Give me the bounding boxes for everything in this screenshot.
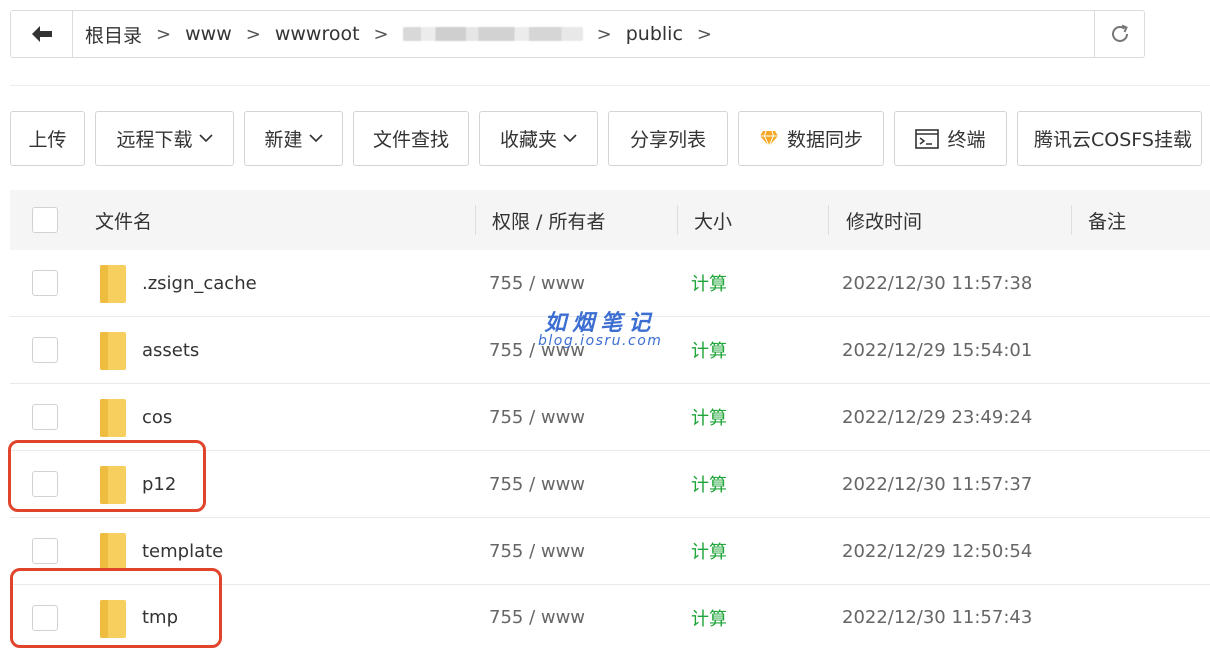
refresh-icon [1111,24,1128,42]
row-checkbox[interactable] [32,270,58,296]
column-header-size[interactable]: 大小 [694,190,732,250]
select-all-checkbox[interactable] [32,207,58,233]
file-table-header: 文件名 权限 / 所有者 大小 修改时间 备注 [10,190,1210,250]
column-divider [677,205,678,235]
favorites-label: 收藏夹 [499,129,557,151]
column-header-modified[interactable]: 修改时间 [846,190,922,250]
folder-icon [100,265,126,303]
file-permission[interactable]: 755 / www [489,384,585,450]
terminal-button[interactable]: 终端 [894,111,1007,166]
new-button[interactable]: 新建 [244,111,343,166]
refresh-button[interactable] [1094,11,1144,57]
calculate-size-link[interactable]: 计算 [691,585,727,650]
watermark: 如烟笔记 blog.iosru.com [538,305,662,349]
file-modified-time: 2022/12/30 11:57:43 [842,607,1033,628]
terminal-icon [915,128,940,149]
chevron-down-icon [308,134,323,143]
new-label: 新建 [264,129,303,151]
file-modified-time: 2022/12/30 11:57:37 [842,473,1033,495]
calculate-size-link[interactable]: 计算 [691,518,727,584]
divider [10,85,1210,86]
file-modified-time: 2022/12/30 11:57:38 [842,272,1033,294]
cosfs-mount-label: 腾讯云COSFS挂载 [1034,129,1192,151]
file-name[interactable]: assets [142,317,199,383]
breadcrumb-separator: > [596,23,612,45]
calculate-size-link[interactable]: 计算 [691,317,727,383]
column-divider [1071,205,1072,235]
arrow-left-icon [31,26,52,42]
terminal-label: 终端 [947,129,986,151]
file-modified-time: 2022/12/29 15:54:01 [842,339,1033,361]
data-sync-label: 数据同步 [786,129,863,151]
calculate-size-link[interactable]: 计算 [691,250,727,316]
data-sync-button[interactable]: 数据同步 [738,111,884,166]
search-files-label: 文件查找 [372,129,449,151]
file-permission[interactable]: 755 / www [489,518,585,584]
highlight-box-tmp [10,568,222,648]
share-list-label: 分享列表 [629,129,706,151]
column-header-name[interactable]: 文件名 [95,190,152,250]
file-modified-time: 2022/12/29 12:50:54 [842,540,1033,562]
breadcrumb-public[interactable]: public [626,23,683,45]
remote-download-label: 远程下载 [116,129,193,151]
chevron-down-icon [563,134,577,143]
breadcrumb-redacted-segment[interactable] [402,27,583,41]
file-permission[interactable]: 755 / www [489,451,585,517]
upload-button[interactable]: 上传 [10,111,85,166]
breadcrumb: 根目录 > www > wwwroot > > public > [73,11,1094,57]
favorites-button[interactable]: 收藏夹 [479,111,598,166]
folder-icon [100,399,126,437]
search-files-button[interactable]: 文件查找 [353,111,469,166]
watermark-url: blog.iosru.com [538,333,663,349]
breadcrumb-wwwroot[interactable]: wwwroot [275,23,360,45]
column-header-remark: 备注 [1088,210,1127,233]
breadcrumb-www[interactable]: www [185,23,232,45]
chevron-down-icon [198,134,213,143]
breadcrumb-separator: > [373,23,389,45]
remote-download-button[interactable]: 远程下载 [95,111,234,166]
breadcrumb-separator: > [696,23,712,45]
folder-icon [100,332,126,370]
path-bar: 根目录 > www > wwwroot > > public > [10,10,1145,58]
file-modified-time: 2022/12/29 23:49:24 [842,406,1033,428]
breadcrumb-root[interactable]: 根目录 [85,21,142,48]
diamond-icon [759,130,779,147]
row-checkbox[interactable] [32,538,58,564]
file-permission[interactable]: 755 / www [489,585,585,650]
highlight-box-p12 [8,440,206,512]
share-list-button[interactable]: 分享列表 [608,111,728,166]
breadcrumb-separator: > [245,23,261,45]
row-checkbox[interactable] [32,337,58,363]
row-checkbox[interactable] [32,404,58,430]
column-divider [475,205,476,235]
back-button[interactable] [11,11,73,57]
calculate-size-link[interactable]: 计算 [691,384,727,450]
breadcrumb-separator: > [156,23,172,45]
upload-label: 上传 [28,129,67,151]
folder-icon [100,533,126,571]
column-divider [828,205,829,235]
file-name[interactable]: .zsign_cache [142,250,257,316]
cosfs-mount-button[interactable]: 腾讯云COSFS挂载 [1017,111,1202,166]
calculate-size-link[interactable]: 计算 [691,451,727,517]
column-header-permission[interactable]: 权限 / 所有者 [492,190,605,250]
file-toolbar: 上传 远程下载 新建 文件查找 收藏夹 分享列表 数据同步 终端 腾讯云COSF… [10,111,1202,166]
